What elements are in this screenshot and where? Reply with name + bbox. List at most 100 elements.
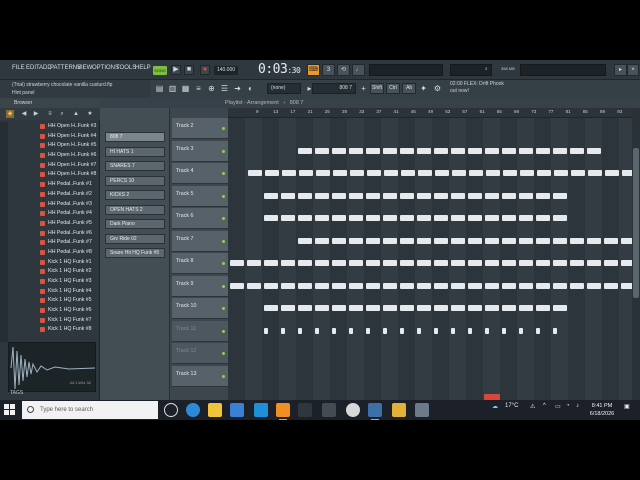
pattern-clip[interactable]: [485, 148, 499, 154]
link-icon[interactable]: ⚙: [432, 83, 443, 94]
taskbar-search[interactable]: Type here to search: [22, 401, 158, 419]
pattern-song-toggle[interactable]: SONG: [153, 66, 167, 75]
track-led-icon[interactable]: [222, 149, 225, 153]
pattern-clip[interactable]: [332, 238, 346, 244]
browser-file-item[interactable]: Kick 1 HQ Funk #4: [0, 287, 100, 297]
pattern-clip[interactable]: [519, 148, 533, 154]
pattern-clip[interactable]: [502, 193, 516, 199]
mixer-icon[interactable]: ≡: [193, 83, 204, 94]
browser-file-item[interactable]: Kick 1 HQ Funk #6: [0, 306, 100, 316]
pattern-clip[interactable]: [519, 260, 533, 266]
pattern-clip[interactable]: [417, 328, 421, 334]
track-led-icon[interactable]: [222, 262, 225, 265]
browser-file-item[interactable]: HH Pedal..Funk #2: [0, 190, 100, 200]
pattern-clip[interactable]: [485, 238, 499, 244]
pattern-select[interactable]: 808 7: [312, 83, 356, 94]
speaker-icon[interactable]: ◐: [245, 83, 256, 94]
pattern-clip[interactable]: [434, 328, 438, 334]
browser-all-icon[interactable]: ◈: [6, 110, 14, 118]
browser-file-item[interactable]: HH Open H..Funk #6: [0, 151, 100, 161]
pattern-clip[interactable]: [587, 238, 601, 244]
shift-button[interactable]: Shift: [370, 83, 384, 94]
alt-button[interactable]: Alt: [402, 83, 416, 94]
pattern-item[interactable]: Dark Piano: [105, 219, 165, 229]
browser-file-item[interactable]: HH Open H..Funk #4: [0, 132, 100, 142]
weather-icon[interactable]: ☁: [492, 403, 498, 410]
pattern-item[interactable]: Grv Ride 02: [105, 233, 165, 244]
track-led-icon[interactable]: [222, 284, 225, 288]
browser-file-item[interactable]: HH Open H..Funk #3: [0, 122, 100, 132]
pattern-clip[interactable]: [451, 238, 465, 244]
pattern-clip[interactable]: [451, 305, 465, 311]
pattern-clip[interactable]: [247, 283, 261, 289]
browser-file-item[interactable]: Kick 1 HQ Funk #2: [0, 267, 100, 277]
pattern-clip[interactable]: [332, 328, 336, 334]
step-edit-button[interactable]: 3: [322, 64, 335, 76]
pattern-item[interactable]: KICKS 2: [105, 190, 165, 200]
track-header[interactable]: Track 8: [172, 253, 229, 274]
browser-star-icon[interactable]: ★: [86, 110, 94, 118]
pattern-clip[interactable]: [230, 283, 244, 289]
pattern-clip[interactable]: [587, 148, 601, 154]
pattern-clip[interactable]: [383, 148, 397, 154]
browser-file-item[interactable]: HH Open H..Funk #5: [0, 141, 100, 151]
pattern-clip[interactable]: [587, 283, 601, 289]
pattern-clip[interactable]: [536, 328, 540, 334]
track-led-icon[interactable]: [222, 127, 225, 130]
pattern-clip[interactable]: [315, 328, 319, 334]
pattern-clip[interactable]: [468, 215, 482, 221]
browser-file-item[interactable]: HH Pedal..Funk #4: [0, 209, 100, 219]
pattern-clip[interactable]: [570, 283, 584, 289]
pattern-clip[interactable]: [502, 283, 516, 289]
pattern-clip[interactable]: [468, 305, 482, 311]
playlist-scrollbar[interactable]: [632, 108, 640, 400]
pattern-clip[interactable]: [298, 193, 312, 199]
pattern-clip[interactable]: [554, 170, 568, 176]
track-led-icon[interactable]: [222, 374, 225, 378]
edge-icon[interactable]: [186, 403, 200, 417]
pattern-clip[interactable]: [570, 238, 584, 244]
pattern-clip[interactable]: [383, 238, 397, 244]
pattern-clip[interactable]: [366, 193, 380, 199]
pattern-clip[interactable]: [519, 305, 533, 311]
ctrl-button[interactable]: Ctrl: [386, 83, 400, 94]
pattern-clip[interactable]: [417, 193, 431, 199]
browser-back-icon[interactable]: ◀: [20, 110, 28, 118]
pattern-clip[interactable]: [434, 283, 448, 289]
pattern-clip[interactable]: [247, 260, 261, 266]
browser-file-item[interactable]: HH Open H..Funk #7: [0, 161, 100, 171]
tags-label[interactable]: TAGS: [10, 390, 23, 396]
camera-icon[interactable]: [415, 403, 429, 417]
browser-file-item[interactable]: HH Pedal..Funk #6: [0, 229, 100, 239]
track-led-icon[interactable]: [222, 194, 225, 198]
news-panel[interactable]: 02:00 FLEX: Drift Phonk out now!: [450, 81, 504, 95]
browser-file-item[interactable]: Kick 1 HQ Funk #3: [0, 277, 100, 287]
track-header[interactable]: Track 3: [172, 140, 229, 162]
track-header[interactable]: Track 4: [172, 163, 229, 184]
pattern-clip[interactable]: [485, 193, 499, 199]
pattern-clip[interactable]: [315, 283, 329, 289]
track-header[interactable]: Track 7: [172, 230, 229, 252]
pattern-clip[interactable]: [349, 148, 363, 154]
pattern-clip[interactable]: [315, 148, 329, 154]
track-led-icon[interactable]: [222, 217, 225, 220]
pattern-clip[interactable]: [536, 305, 550, 311]
pattern-clip[interactable]: [468, 148, 482, 154]
pattern-clip[interactable]: [400, 305, 414, 311]
browser-search-icon[interactable]: ⌕: [58, 110, 66, 118]
pattern-clip[interactable]: [553, 193, 567, 199]
pattern-clip[interactable]: [315, 260, 329, 266]
media-player-icon[interactable]: [346, 403, 360, 417]
pattern-clip[interactable]: [383, 283, 397, 289]
pattern-clip[interactable]: [417, 148, 431, 154]
pattern-clip[interactable]: [588, 170, 602, 176]
pattern-clip[interactable]: [451, 328, 455, 334]
pattern-clip[interactable]: [451, 260, 465, 266]
pattern-clip[interactable]: [281, 193, 295, 199]
pattern-clip[interactable]: [349, 215, 363, 221]
pattern-clip[interactable]: [417, 283, 431, 289]
track-led-icon[interactable]: [222, 239, 225, 243]
loop-record-button[interactable]: ⟲: [337, 64, 350, 76]
plugin-icon[interactable]: ⊕: [206, 83, 217, 94]
pattern-clip[interactable]: [383, 215, 397, 221]
